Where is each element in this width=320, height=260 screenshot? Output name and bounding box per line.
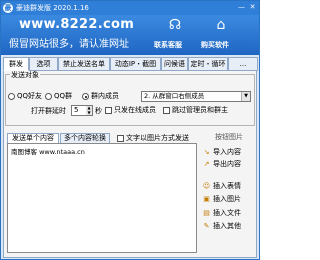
member-source-select[interactable]: 2. 从群窗口右侧成员 ▼	[141, 91, 251, 102]
radio-qq-groups[interactable]	[45, 93, 52, 100]
tab-group-send[interactable]: 群发	[3, 57, 29, 71]
button-images-label: 按钮图片	[215, 133, 243, 141]
import-content-button[interactable]: ↘ 导入内容	[202, 147, 256, 158]
contact-support-link[interactable]: 联系客服	[154, 40, 182, 50]
radio-group-members[interactable]	[82, 93, 89, 100]
window-title: 豪迪群发版 2020.1.16	[16, 4, 89, 12]
send-target-title: 发送对象	[10, 71, 40, 79]
image-icon: ▣	[203, 195, 210, 203]
radio-qq-groups-label[interactable]: QQ群	[54, 92, 72, 101]
message-content-text[interactable]: 南图博客 www.ntaaa.cn	[11, 148, 85, 156]
skip-admin-checkbox[interactable]	[163, 107, 170, 114]
app-window: 豪 豪迪群发版 2020.1.16 — ✕ www.8222.com 假冒网站很…	[0, 0, 260, 260]
only-online-label[interactable]: 只发在线成员	[114, 106, 156, 115]
open-group-delay-label: 打开群延时	[31, 107, 66, 115]
main-tabs: 群发 选项 禁止发送名单 动态IP・截图 问候语 定时・循环 ...	[1, 57, 259, 71]
banner-url[interactable]: www.8222.com	[19, 17, 134, 32]
insert-image-button[interactable]: ▣ 插入图片	[202, 194, 256, 205]
insert-file-label: 插入文件	[213, 209, 241, 217]
radio-qq-friends-label[interactable]: QQ好友	[17, 92, 42, 101]
only-online-checkbox[interactable]	[105, 107, 112, 114]
tab-schedule[interactable]: 定时・循环	[188, 57, 228, 71]
stepper-arrows-icon[interactable]: ▲ ▼	[86, 105, 92, 115]
buy-software-link[interactable]: 购买软件	[201, 40, 229, 50]
title-bar: 豪 豪迪群发版 2020.1.16 — ✕	[1, 1, 259, 15]
radio-qq-friends[interactable]	[8, 93, 15, 100]
export-icon: ↗	[203, 160, 210, 168]
insert-emoji-label: 插入表情	[213, 182, 241, 190]
file-icon: ▤	[203, 209, 210, 217]
message-content-editor[interactable]	[7, 143, 197, 253]
export-content-button[interactable]: ↗ 导出内容	[202, 159, 256, 170]
export-content-label: 导出内容	[213, 160, 241, 168]
insert-image-label: 插入图片	[213, 195, 241, 203]
minimize-button[interactable]: —	[237, 3, 246, 12]
chevron-down-icon[interactable]: ▼	[241, 92, 250, 101]
skip-admin-label[interactable]: 跳过管理员和群主	[172, 106, 228, 115]
insert-file-button[interactable]: ▤ 插入文件	[202, 208, 256, 219]
tab-dynamic-ip[interactable]: 动态IP・截图	[110, 57, 161, 71]
tab-options[interactable]: 选项	[29, 57, 58, 71]
import-content-label: 导入内容	[213, 148, 241, 156]
insert-other-label: 插入其他	[213, 222, 241, 230]
headset-icon[interactable]: ☊	[167, 17, 183, 33]
close-button[interactable]: ✕	[248, 3, 257, 12]
app-logo-icon: 豪	[3, 3, 13, 13]
smiley-icon: ☺	[202, 182, 211, 190]
banner-slogan: 假冒网站很多，请认准网址	[9, 39, 129, 50]
house-icon[interactable]: ⌂	[213, 17, 229, 33]
open-group-delay-stepper[interactable]: 5 ▲ ▼	[71, 105, 93, 116]
radio-group-members-label[interactable]: 群内成员	[91, 92, 119, 101]
tab-blocklist[interactable]: 禁止发送名单	[58, 57, 110, 71]
image-mode-label[interactable]: 文字以图片方式发送	[126, 134, 189, 143]
tab-greetings[interactable]: 问候语	[161, 57, 188, 71]
image-mode-checkbox[interactable]	[117, 135, 124, 142]
insert-other-button[interactable]: ✎ 插入其他	[202, 221, 256, 232]
insert-emoji-button[interactable]: ☺ 插入表情	[202, 181, 256, 192]
delay-unit-label: 秒	[95, 107, 102, 115]
open-group-delay-value: 5	[74, 106, 79, 114]
import-icon: ↘	[203, 148, 210, 156]
more-icon: ✎	[203, 222, 210, 230]
member-source-value: 2. 从群窗口右侧成员	[144, 92, 205, 100]
tab-more[interactable]: ...	[228, 57, 258, 71]
banner: www.8222.com 假冒网站很多，请认准网址 ☊ 联系客服 ⌂ 购买软件	[1, 15, 259, 55]
